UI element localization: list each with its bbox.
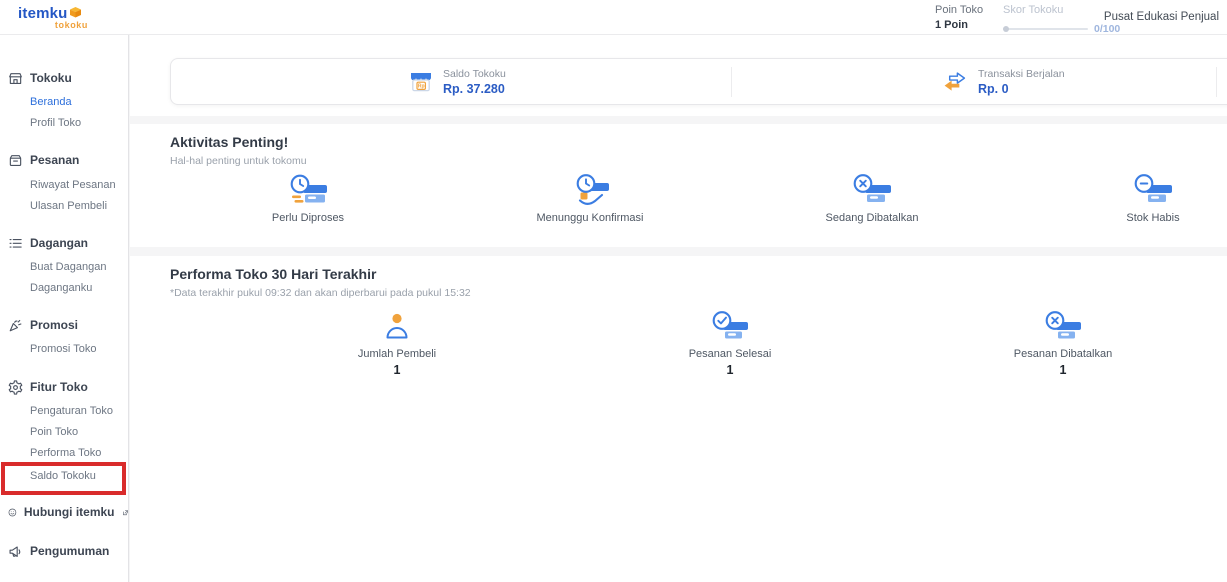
- stat-value: 1: [978, 363, 1148, 377]
- stat-pesanan-dibatalkan: Pesanan Dibatalkan 1: [978, 308, 1148, 377]
- sidebar-section-label: Promosi: [30, 317, 78, 333]
- sidebar-section-label: Tokoku: [30, 70, 72, 86]
- storefront-icon: Rp: [408, 69, 434, 95]
- skor-progress-bar: [1003, 28, 1088, 30]
- activity-label: Menunggu Konfirmasi: [505, 212, 675, 224]
- performance-subtitle: *Data terakhir pukul 09:32 dan akan dipe…: [170, 287, 471, 299]
- sidebar-item-saldo-tokoku[interactable]: Saldo Tokoku: [0, 468, 128, 484]
- check-box-icon: [710, 310, 750, 344]
- clock-hand-icon: [569, 174, 611, 208]
- stat-pesanan-selesai: Pesanan Selesai 1: [645, 308, 815, 377]
- balance-band: Rp Saldo Tokoku Rp. 37.280 Transaksi Ber…: [130, 35, 1227, 116]
- stat-value: 1: [645, 363, 815, 377]
- store-icon: [8, 71, 23, 86]
- sidebar-item-pengaturan-toko[interactable]: Pengaturan Toko: [0, 403, 128, 419]
- promo-horn-icon: [8, 318, 23, 333]
- itemku-logo[interactable]: itemku tokoku: [18, 5, 88, 30]
- sidebar-section-fitur-toko: Fitur Toko: [0, 379, 128, 395]
- saldo-tokoku-summary[interactable]: Rp Saldo Tokoku Rp. 37.280: [408, 59, 506, 104]
- cancel-box-icon: [1043, 310, 1083, 344]
- poin-toko-summary[interactable]: Poin Toko 1 Poin: [935, 4, 983, 31]
- activities-section: Aktivitas Penting! Hal-hal penting untuk…: [130, 124, 1227, 247]
- announcement-icon: [8, 544, 23, 559]
- sidebar-item-beranda[interactable]: Beranda: [0, 94, 128, 110]
- sidebar-section-dagangan: Dagangan: [0, 235, 128, 251]
- activity-label: Stok Habis: [1068, 212, 1227, 224]
- sidebar-link-pengumuman[interactable]: Pengumuman: [0, 543, 128, 559]
- stat-jumlah-pembeli: Jumlah Pembeli 1: [312, 308, 482, 377]
- activity-menunggu-konfirmasi[interactable]: Menunggu Konfirmasi: [505, 172, 675, 224]
- saldo-label: Saldo Tokoku: [443, 68, 506, 80]
- performance-title: Performa Toko 30 Hari Terakhir: [170, 266, 376, 282]
- stat-label: Pesanan Selesai: [645, 348, 815, 360]
- sidebar-section-label: Dagangan: [30, 235, 88, 251]
- transfer-arrows-icon: [940, 69, 969, 94]
- poin-toko-value: 1 Poin: [935, 19, 983, 31]
- minus-box-icon: [1132, 174, 1174, 208]
- sidebar-section-tokoku: Tokoku: [0, 70, 128, 86]
- cancel-box-icon: [851, 174, 893, 208]
- stat-value: 1: [312, 363, 482, 377]
- sidebar-link-label: Hubungi itemku: [24, 504, 115, 520]
- performance-section: Performa Toko 30 Hari Terakhir *Data ter…: [130, 256, 1227, 582]
- activity-sedang-dibatalkan[interactable]: Sedang Dibatalkan: [787, 172, 957, 224]
- sidebar-item-riwayat-pesanan[interactable]: Riwayat Pesanan: [0, 177, 128, 193]
- activity-perlu-diproses[interactable]: Perlu Diproses: [223, 172, 393, 224]
- sidebar-section-pesanan: Pesanan: [0, 152, 128, 168]
- gear-icon: [8, 380, 23, 395]
- sidebar-item-daganganku[interactable]: Daganganku: [0, 280, 128, 296]
- order-box-icon: [8, 153, 23, 168]
- activity-stok-habis[interactable]: Stok Habis: [1068, 172, 1227, 224]
- main-content: Rp Saldo Tokoku Rp. 37.280 Transaksi Ber…: [130, 35, 1227, 582]
- sidebar-item-poin-toko[interactable]: Poin Toko: [0, 424, 128, 440]
- sidebar-nav: Tokoku Beranda Profil Toko Pesanan Riway…: [0, 35, 129, 582]
- stat-label: Jumlah Pembeli: [312, 348, 482, 360]
- activities-title: Aktivitas Penting!: [170, 134, 288, 150]
- clock-box-icon: [287, 174, 329, 208]
- sidebar-item-ulasan-pembeli[interactable]: Ulasan Pembeli: [0, 198, 128, 214]
- sidebar-link-hubungi-itemku[interactable]: Hubungi itemku: [0, 504, 128, 520]
- skor-toko-value: 0/100: [1094, 23, 1120, 35]
- skor-progress-knob: [1003, 26, 1009, 32]
- sidebar-item-buat-dagangan[interactable]: Buat Dagangan: [0, 259, 128, 275]
- sidebar-item-profil-toko[interactable]: Profil Toko: [0, 115, 128, 131]
- support-smiley-icon: [8, 505, 17, 520]
- sidebar-section-label: Pesanan: [30, 152, 79, 168]
- poin-toko-label: Poin Toko: [935, 4, 983, 16]
- activity-label: Sedang Dibatalkan: [787, 212, 957, 224]
- sidebar-item-performa-toko[interactable]: Performa Toko: [0, 445, 128, 461]
- sidebar-section-label: Fitur Toko: [30, 379, 88, 395]
- list-icon: [8, 236, 23, 251]
- buyer-person-icon: [381, 310, 413, 344]
- pusat-edukasi-link[interactable]: Pusat Edukasi Penjual: [1104, 11, 1219, 23]
- external-link-icon: [122, 507, 128, 518]
- stat-label: Pesanan Dibatalkan: [978, 348, 1148, 360]
- transaksi-berjalan-summary[interactable]: Transaksi Berjalan Rp. 0: [940, 59, 1065, 104]
- top-header: itemku tokoku Poin Toko 1 Poin Skor Toko…: [0, 0, 1227, 35]
- sidebar-link-label: Pengumuman: [30, 543, 109, 559]
- saldo-value: Rp. 37.280: [443, 82, 506, 96]
- balance-card: Rp Saldo Tokoku Rp. 37.280 Transaksi Ber…: [170, 58, 1227, 105]
- sidebar-item-promosi-toko[interactable]: Promosi Toko: [0, 341, 128, 357]
- svg-text:Rp: Rp: [418, 83, 425, 89]
- activity-label: Perlu Diproses: [223, 212, 393, 224]
- activities-subtitle: Hal-hal penting untuk tokomu: [170, 155, 307, 167]
- transaksi-label: Transaksi Berjalan: [978, 68, 1065, 80]
- sidebar-section-promosi: Promosi: [0, 317, 128, 333]
- transaksi-value: Rp. 0: [978, 82, 1065, 96]
- card-divider: [731, 67, 732, 97]
- card-divider: [1216, 67, 1217, 97]
